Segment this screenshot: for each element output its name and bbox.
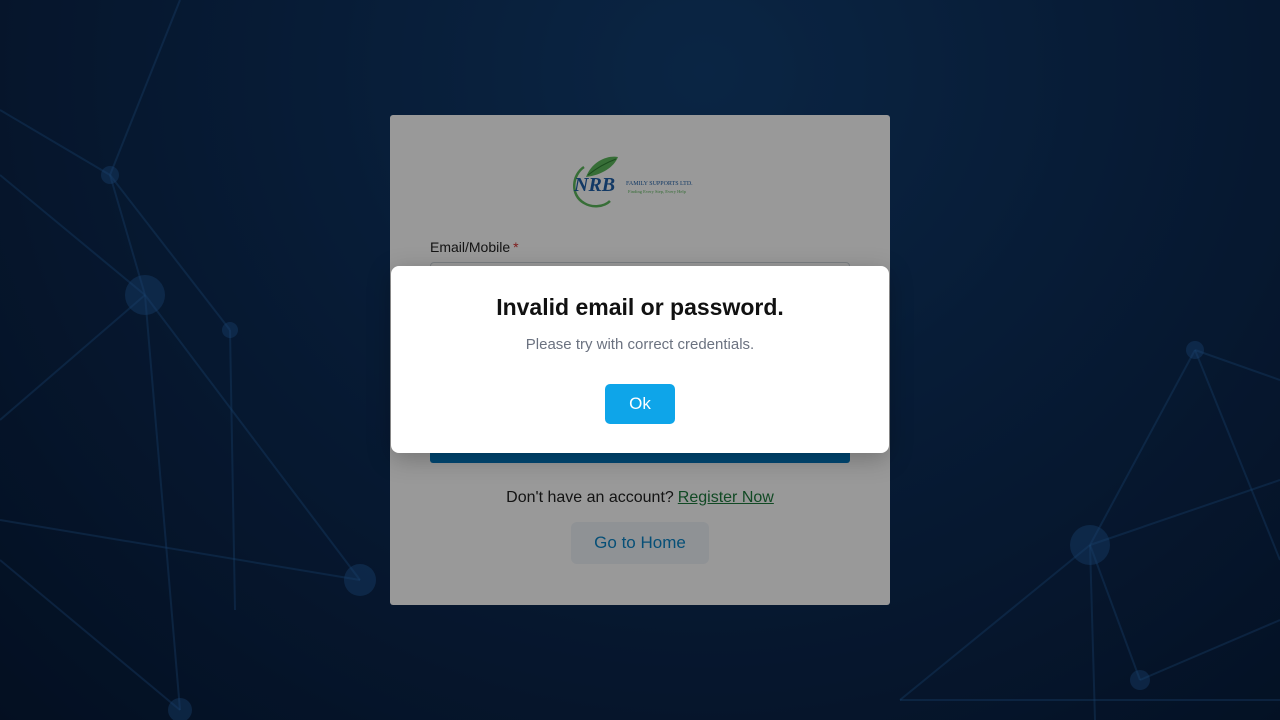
dialog-message: Please try with correct credentials. [525,336,755,353]
error-dialog: Invalid email or password. Please try wi… [391,266,889,453]
dialog-title: Invalid email or password. [496,294,784,320]
ok-button[interactable]: Ok [605,384,675,424]
